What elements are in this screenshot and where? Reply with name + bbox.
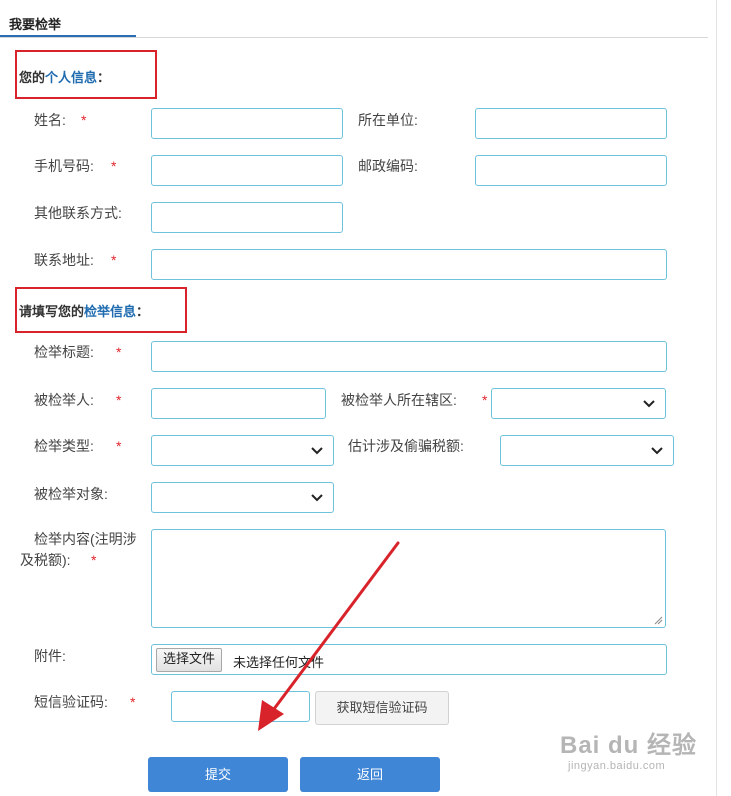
report-target-label: 被检举对象: [34,486,108,502]
accused-label: 被检举人: [34,392,94,408]
employer-label: 所在单位: [358,112,418,128]
report-target-select[interactable] [151,482,334,513]
name-required-mark: * [81,112,87,128]
chevron-down-icon [311,447,323,455]
tab-active-indicator [0,35,136,37]
other-contact-label: 其他联系方式: [34,205,122,221]
name-label: 姓名: [34,112,66,128]
district-select[interactable] [491,388,666,419]
sms-code-required-mark: * [130,694,136,710]
report-content-label-line2: 及税额): [20,552,71,568]
report-title-label: 检举标题: [34,344,94,360]
address-label: 联系地址: [34,252,94,268]
watermark-logo: Bai du 经验 [560,732,698,759]
chevron-down-icon [311,494,323,502]
evasion-amount-select[interactable] [500,435,674,466]
report-content-textarea[interactable] [151,529,666,628]
tab-report[interactable]: 我要检举 [9,14,61,33]
chevron-down-icon [643,400,655,408]
tab-bar: 我要检举 [0,0,708,38]
attachment-file-input[interactable]: 选择文件 未选择任何文件 [151,644,667,675]
report-type-select[interactable] [151,435,334,466]
report-content-label-line1: 检举内容(注明涉 [34,531,137,547]
other-contact-input[interactable] [151,202,343,233]
get-sms-code-button[interactable]: 获取短信验证码 [315,691,449,725]
postcode-input[interactable] [475,155,667,186]
address-input[interactable] [151,249,667,280]
report-section-title: 请填写您的检举信息： [19,304,150,319]
chevron-down-icon [651,447,663,455]
resize-grip-icon[interactable] [653,615,663,625]
address-required-mark: * [111,252,117,268]
file-status-text: 未选择任何文件 [233,655,325,670]
baidu-watermark: Bai du 经验 jingyan.baidu.com [560,725,697,772]
report-type-required-mark: * [116,438,122,454]
district-label: 被检举人所在辖区: [341,392,457,408]
postcode-label: 邮政编码: [358,158,418,174]
report-type-label: 检举类型: [34,438,94,454]
report-title-input[interactable] [151,341,667,372]
phone-label: 手机号码: [34,158,94,174]
district-required-mark: * [482,392,488,408]
back-button[interactable]: 返回 [300,757,440,792]
watermark-url: jingyan.baidu.com [568,760,666,772]
phone-required-mark: * [111,158,117,174]
accused-input[interactable] [151,388,326,419]
evasion-amount-label: 估计涉及偷骗税额: [348,438,464,454]
attachment-label: 附件: [34,648,66,664]
accused-required-mark: * [116,392,122,408]
panel-right-border [716,0,717,796]
choose-file-button[interactable]: 选择文件 [156,648,223,672]
employer-input[interactable] [475,108,667,139]
sms-code-input[interactable] [171,691,310,722]
phone-input[interactable] [151,155,343,186]
report-title-required-mark: * [116,344,122,360]
submit-button[interactable]: 提交 [148,757,288,792]
name-input[interactable] [151,108,343,139]
personal-section-title: 您的个人信息： [19,70,111,85]
sms-code-label: 短信验证码: [34,694,108,710]
report-content-required-mark: * [91,552,97,568]
